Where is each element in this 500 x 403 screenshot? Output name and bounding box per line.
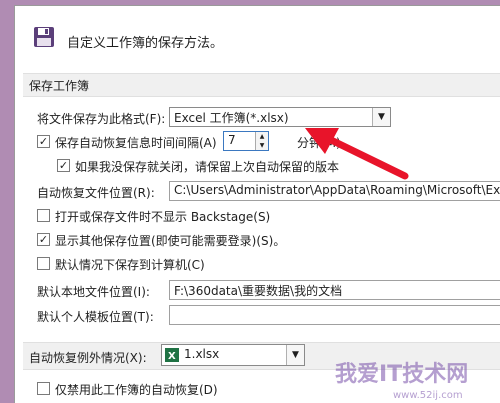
show-other-locations-label: 显示其他保存位置(即使可能需要登录)(S)。 (55, 234, 286, 248)
watermark-url: www.52ij.com (393, 390, 463, 401)
exceptions-workbook-dropdown[interactable]: X 1.xlsx ▼ (161, 344, 305, 366)
exceptions-label: 自动恢复例外情况(X): (29, 351, 147, 365)
svg-text:X: X (168, 351, 176, 362)
keep-last-version-checkbox[interactable]: ✓ (57, 159, 70, 172)
save-format-dropdown[interactable]: Excel 工作簿(*.xlsx) ▼ (169, 107, 391, 127)
chevron-down-icon[interactable]: ▼ (286, 345, 304, 365)
save-format-label: 将文件保存为此格式(F): (37, 112, 166, 126)
show-other-locations-checkbox[interactable]: ✓ (37, 233, 50, 246)
autorecover-location-label: 自动恢复文件位置(R): (37, 186, 155, 200)
section-title: 保存工作簿 (29, 79, 90, 93)
save-format-value: Excel 工作簿(*.xlsx) (174, 111, 289, 125)
autorecover-label: 保存自动恢复信息时间间隔(A) (55, 136, 217, 150)
page-description: 自定义工作簿的保存方法。 (67, 36, 224, 51)
autorecover-minutes-spinner[interactable]: 7 ▲ ▼ (223, 131, 269, 151)
default-save-computer-label: 默认情况下保存到计算机(C) (55, 258, 205, 272)
spin-down-icon[interactable]: ▼ (256, 141, 268, 150)
autorecover-minutes-value: 7 (228, 133, 236, 147)
default-save-computer-checkbox[interactable] (37, 257, 50, 270)
floppy-disk-icon (34, 27, 54, 47)
no-backstage-checkbox[interactable] (37, 209, 50, 222)
template-location-input[interactable] (169, 305, 500, 325)
default-local-location-label: 默认本地文件位置(I): (37, 285, 150, 299)
excel-options-save-panel: 自定义工作簿的保存方法。 保存工作簿 将文件保存为此格式(F): Excel 工… (14, 5, 500, 403)
chevron-down-icon[interactable]: ▼ (372, 108, 390, 126)
default-local-location-input[interactable]: F:\360data\重要数据\我的文档 (169, 280, 500, 300)
default-local-location-value: F:\360data\重要数据\我的文档 (174, 284, 343, 298)
autorecover-checkbox[interactable]: ✓ (37, 135, 50, 148)
disable-autorecover-label: 仅禁用此工作簿的自动恢复(D) (55, 383, 218, 397)
disable-autorecover-checkbox[interactable] (37, 382, 50, 395)
exceptions-workbook-value: 1.xlsx (184, 347, 220, 361)
spin-up-icon[interactable]: ▲ (256, 132, 268, 141)
section-header-save: 保存工作簿 (23, 73, 500, 97)
excel-file-icon: X (165, 348, 179, 362)
no-backstage-label: 打开或保存文件时不显示 Backstage(S) (55, 210, 271, 224)
keep-last-version-label: 如果我没保存就关闭，请保留上次自动保留的版本 (75, 160, 340, 174)
annotation-arrow-icon (305, 128, 409, 180)
template-location-label: 默认个人模板位置(T): (37, 310, 154, 324)
watermark-text: 我爱IT技术网 (335, 362, 469, 387)
